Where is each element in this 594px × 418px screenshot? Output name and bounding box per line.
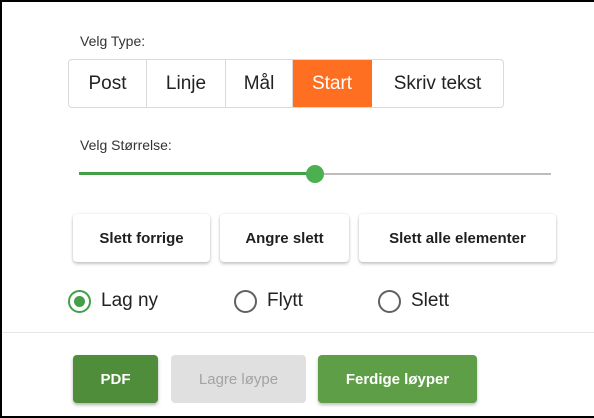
mode-label-flytt: Flytt bbox=[267, 290, 303, 311]
delete-previous-button[interactable]: Slett forrige bbox=[73, 214, 210, 262]
type-segmented-control: Post Linje Mål Start Skriv tekst bbox=[68, 59, 504, 108]
radio-checked-icon[interactable] bbox=[68, 289, 91, 313]
slider-fill bbox=[79, 172, 315, 175]
type-option-post[interactable]: Post bbox=[69, 60, 147, 107]
save-route-button[interactable]: Lagre løype bbox=[171, 355, 306, 403]
pdf-button[interactable]: PDF bbox=[73, 355, 158, 403]
mode-option-flytt[interactable]: Flytt bbox=[234, 287, 303, 315]
mode-label-lag-ny: Lag ny bbox=[101, 290, 159, 311]
section-divider bbox=[2, 332, 594, 333]
radio-unchecked-icon[interactable] bbox=[234, 289, 257, 313]
size-slider[interactable] bbox=[79, 163, 551, 185]
type-label: Velg Type: bbox=[80, 33, 146, 49]
mode-label-slett: Slett bbox=[411, 290, 450, 311]
slider-thumb[interactable] bbox=[306, 165, 324, 183]
undo-delete-button[interactable]: Angre slett bbox=[220, 214, 349, 262]
mode-option-lag-ny[interactable]: Lag ny bbox=[68, 287, 158, 315]
type-option-maal[interactable]: Mål bbox=[226, 60, 293, 107]
type-option-skriv-tekst[interactable]: Skriv tekst bbox=[372, 60, 503, 107]
delete-all-button[interactable]: Slett alle elementer bbox=[359, 214, 556, 262]
type-option-linje[interactable]: Linje bbox=[147, 60, 226, 107]
mode-option-slett[interactable]: Slett bbox=[378, 287, 449, 315]
type-option-start[interactable]: Start bbox=[293, 60, 372, 107]
size-label: Velg Størrelse: bbox=[80, 137, 172, 153]
finished-routes-button[interactable]: Ferdige løyper bbox=[318, 355, 477, 403]
radio-unchecked-icon[interactable] bbox=[378, 289, 401, 313]
